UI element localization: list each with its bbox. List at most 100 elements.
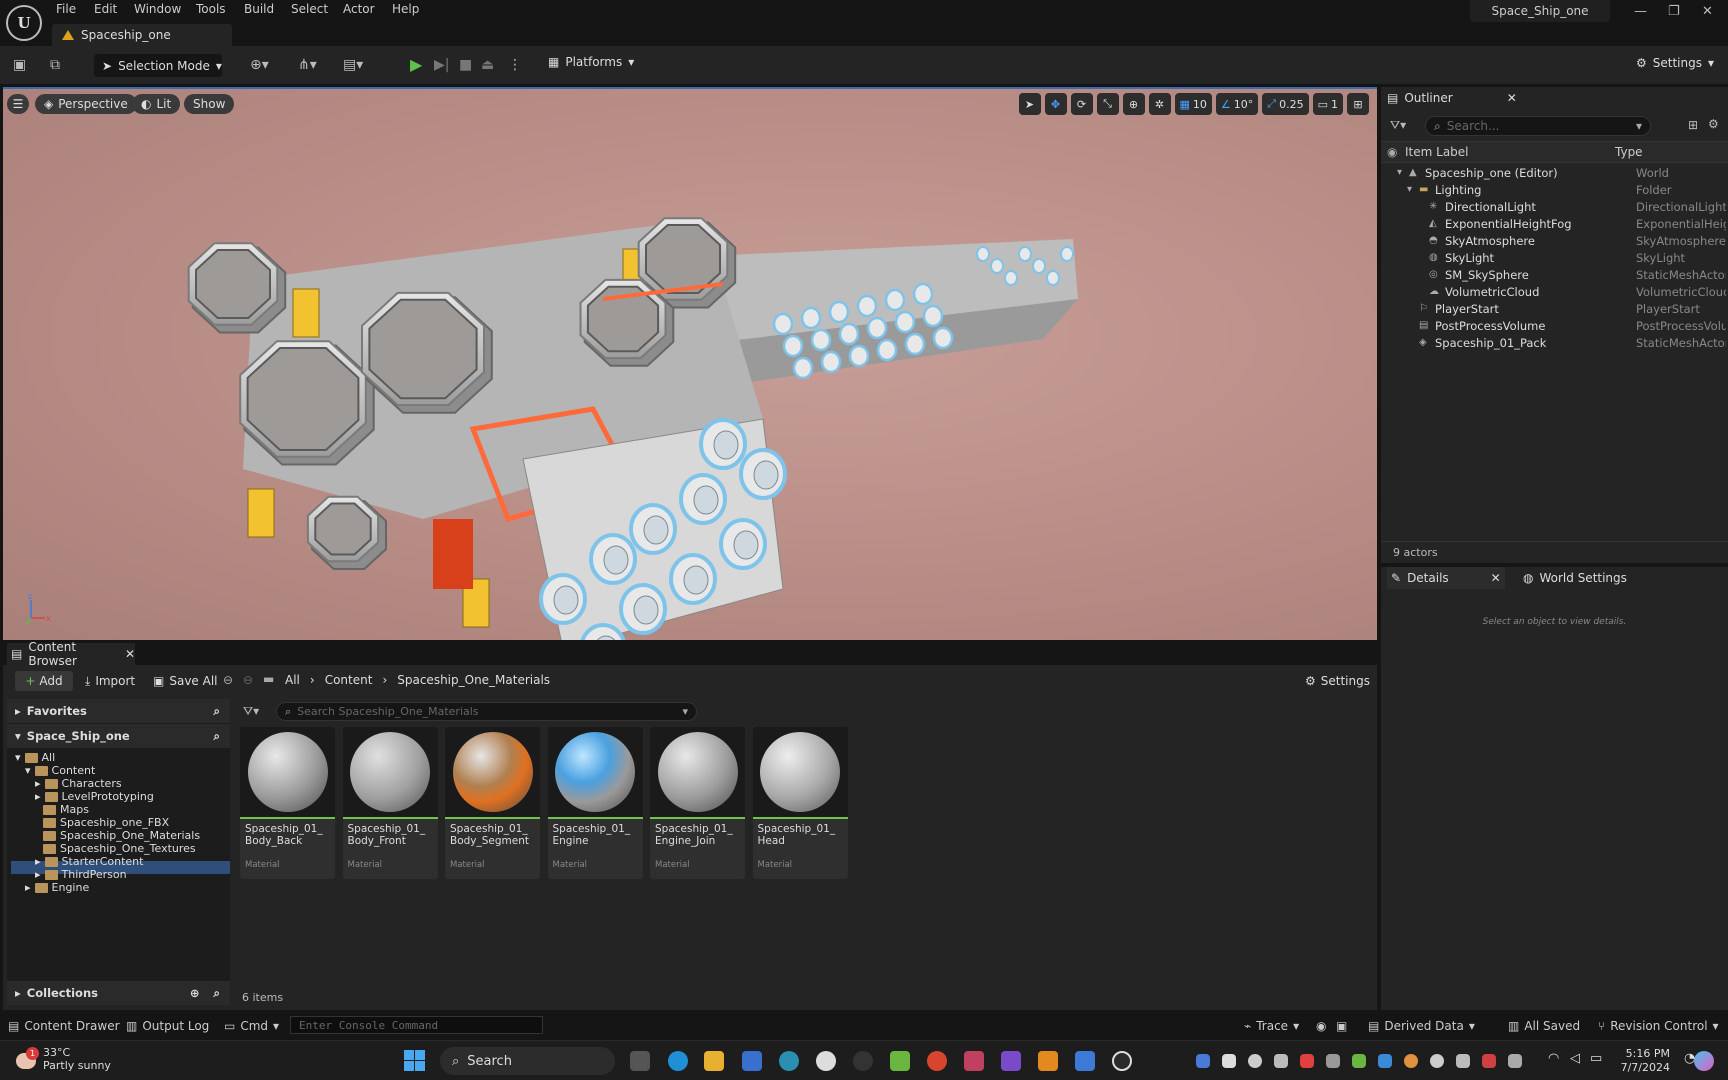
tree-item-textures[interactable]: Spaceship_One_Textures bbox=[43, 842, 196, 855]
col-type[interactable]: Type bbox=[1615, 145, 1643, 159]
breadcrumb-materials[interactable]: Spaceship_One_Materials bbox=[397, 673, 550, 687]
rotate-tool-icon[interactable]: ⟳ bbox=[1070, 93, 1093, 115]
unreal-logo-icon[interactable]: U bbox=[6, 5, 42, 41]
outliner-row[interactable]: ◓ SkyAtmosphere SkyAtmosphere bbox=[1381, 233, 1728, 250]
content-drawer-button[interactable]: ▤ Content Drawer bbox=[8, 1017, 120, 1034]
details-tab[interactable]: ✎ Details ✕ bbox=[1387, 567, 1505, 589]
lit-button[interactable]: ◐ Lit bbox=[132, 94, 181, 114]
grid-snap-button[interactable]: ▦ 10 bbox=[1174, 93, 1212, 115]
tree-item-all[interactable]: ▾ All bbox=[15, 751, 55, 764]
translate-tool-icon[interactable]: ✥ bbox=[1044, 93, 1067, 115]
tray-app-icon[interactable] bbox=[1482, 1054, 1496, 1068]
file-explorer-icon[interactable] bbox=[704, 1051, 724, 1071]
steam-icon[interactable] bbox=[853, 1051, 873, 1071]
app-icon[interactable] bbox=[779, 1051, 799, 1071]
menu-window[interactable]: Window bbox=[134, 2, 181, 20]
asset-tile[interactable]: Spaceship_01_ Body_Segment Material bbox=[445, 727, 540, 879]
outliner-row[interactable]: ◈ Spaceship_01_Pack StaticMeshActor bbox=[1381, 335, 1728, 352]
import-button[interactable]: ⤓ Import bbox=[85, 671, 135, 691]
alien-app-icon[interactable] bbox=[816, 1051, 836, 1071]
chevron-down-icon[interactable]: ▾ bbox=[1397, 167, 1409, 179]
cinematics-icon[interactable]: ▤▾ bbox=[343, 57, 363, 73]
level-tab[interactable]: Spaceship_one bbox=[52, 24, 232, 46]
add-collection-icon[interactable]: ⊕ bbox=[190, 986, 200, 1000]
world-settings-tab[interactable]: ◍ World Settings bbox=[1523, 567, 1627, 589]
paint-icon[interactable] bbox=[964, 1051, 984, 1071]
wifi-icon[interactable]: ◠ bbox=[1548, 1051, 1559, 1066]
breadcrumb-content[interactable]: Content bbox=[325, 673, 373, 687]
add-actor-icon[interactable]: ⊕▾ bbox=[250, 57, 269, 73]
derived-data-dropdown[interactable]: ▤ Derived Data ▾ bbox=[1368, 1017, 1475, 1034]
close-window-icon[interactable]: ✕ bbox=[1702, 4, 1713, 19]
tree-item-engine[interactable]: ▸ Engine bbox=[25, 881, 89, 894]
taskbar-search[interactable]: ⌕ Search bbox=[440, 1047, 615, 1075]
select-tool-icon[interactable]: ➤ bbox=[1018, 93, 1041, 115]
play-icon[interactable]: ▶ bbox=[410, 55, 422, 74]
menu-build[interactable]: Build bbox=[244, 2, 274, 20]
output-log-button[interactable]: ▥ Output Log bbox=[126, 1017, 209, 1034]
weather-icon[interactable]: 1 bbox=[14, 1047, 40, 1073]
trace-dropdown[interactable]: ⌁ Trace ▾ bbox=[1244, 1017, 1299, 1034]
asset-tile[interactable]: Spaceship_01_ Body_Back Material bbox=[240, 727, 335, 879]
add-button[interactable]: + Add bbox=[15, 671, 73, 691]
camera-speed-button[interactable]: ▭ 1 bbox=[1312, 93, 1343, 115]
collections-section[interactable]: ▸ Collections ⊕ ⌕ bbox=[7, 981, 230, 1005]
close-tab-icon[interactable]: ✕ bbox=[125, 647, 135, 661]
nvidia-icon[interactable] bbox=[890, 1051, 910, 1071]
task-view-icon[interactable] bbox=[630, 1051, 650, 1071]
asset-tile[interactable]: Spaceship_01_ Engine Material bbox=[547, 727, 643, 879]
tree-item-levelprototyping[interactable]: ▸ LevelPrototyping bbox=[35, 790, 154, 803]
tree-item-fbx[interactable]: Spaceship_one_FBX bbox=[43, 816, 169, 829]
outliner-row[interactable]: ⚐ PlayerStart PlayerStart bbox=[1381, 301, 1728, 318]
cmd-dropdown[interactable]: ▭ Cmd ▾ bbox=[224, 1017, 279, 1034]
viewport-menu-icon[interactable]: ☰ bbox=[7, 94, 29, 114]
tray-app-icon[interactable] bbox=[1456, 1054, 1470, 1068]
minimize-icon[interactable]: — bbox=[1634, 4, 1647, 19]
settings-dropdown[interactable]: ⚙ Settings ▾ bbox=[1636, 56, 1714, 70]
close-tab-icon[interactable]: ✕ bbox=[1507, 91, 1517, 105]
outliner-row[interactable]: ▤ PostProcessVolume PostProcessVolu bbox=[1381, 318, 1728, 335]
add-folder-icon[interactable]: ⊞ bbox=[1688, 118, 1698, 132]
windows-start-icon[interactable] bbox=[404, 1050, 426, 1072]
tray-app-icon[interactable] bbox=[1300, 1054, 1314, 1068]
tray-app-icon[interactable] bbox=[1404, 1054, 1418, 1068]
menu-tools[interactable]: Tools bbox=[196, 2, 226, 20]
tree-item-thirdperson[interactable]: ▸ ThirdPerson bbox=[35, 868, 127, 881]
asset-search-input[interactable]: ⌕ Search Spaceship_One_Materials ▾ bbox=[276, 702, 697, 721]
tray-app-icon[interactable] bbox=[1508, 1054, 1522, 1068]
stop-icon[interactable]: ■ bbox=[459, 57, 472, 73]
console-input[interactable]: Enter Console Command bbox=[290, 1016, 543, 1034]
edge-icon[interactable] bbox=[668, 1051, 688, 1071]
perspective-button[interactable]: ◈ Perspective bbox=[35, 94, 137, 114]
world-space-icon[interactable]: ⊕ bbox=[1122, 93, 1145, 115]
save-icon[interactable]: ▣ bbox=[13, 57, 26, 73]
tray-app-icon[interactable] bbox=[1378, 1054, 1392, 1068]
restore-icon[interactable]: ❐ bbox=[1668, 4, 1680, 19]
outliner-row[interactable]: ✳ DirectionalLight DirectionalLight bbox=[1381, 199, 1728, 216]
maximize-viewport-icon[interactable]: ⊞ bbox=[1347, 93, 1369, 115]
outliner-row[interactable]: ☁ VolumetricCloud VolumetricCloud bbox=[1381, 284, 1728, 301]
more-options-icon[interactable]: ⋮ bbox=[508, 57, 522, 73]
folder-icon[interactable]: ▬ bbox=[263, 672, 274, 686]
clock[interactable]: 5:16 PM 7/7/2024 bbox=[1614, 1047, 1670, 1075]
battery-icon[interactable]: ▭ bbox=[1590, 1051, 1602, 1066]
outliner-search-input[interactable]: ⌕ Search... ▾ bbox=[1425, 116, 1651, 136]
selection-mode-dropdown[interactable]: ➤ Selection Mode ▾ bbox=[94, 54, 222, 77]
tray-app-icon[interactable] bbox=[1274, 1054, 1288, 1068]
level-viewport[interactable]: ☰ ◈ Perspective ◐ Lit Show ➤ ✥ ⟳ ⤡ ⊕ ✲ ▦… bbox=[3, 87, 1377, 640]
menu-actor[interactable]: Actor bbox=[343, 2, 375, 20]
revision-control-dropdown[interactable]: ⑂ Revision Control ▾ bbox=[1598, 1017, 1719, 1034]
menu-select[interactable]: Select bbox=[291, 2, 328, 20]
forward-icon[interactable]: ⊖ bbox=[243, 673, 253, 687]
content-browser-tab[interactable]: ▤ Content Browser ✕ bbox=[7, 640, 135, 668]
menu-file[interactable]: File bbox=[56, 2, 76, 20]
back-icon[interactable]: ⊖ bbox=[223, 673, 233, 687]
gear-icon[interactable]: ⚙ bbox=[1708, 117, 1719, 131]
clipchamp-icon[interactable] bbox=[1001, 1051, 1021, 1071]
tree-item-content[interactable]: ▾ Content bbox=[25, 764, 95, 777]
show-button[interactable]: Show bbox=[184, 94, 235, 114]
sublime-icon[interactable] bbox=[1038, 1051, 1058, 1071]
tray-app-icon[interactable] bbox=[1352, 1054, 1366, 1068]
tray-app-icon[interactable] bbox=[1326, 1054, 1340, 1068]
asset-tile[interactable]: Spaceship_01_ Body_Front Material bbox=[342, 727, 438, 879]
